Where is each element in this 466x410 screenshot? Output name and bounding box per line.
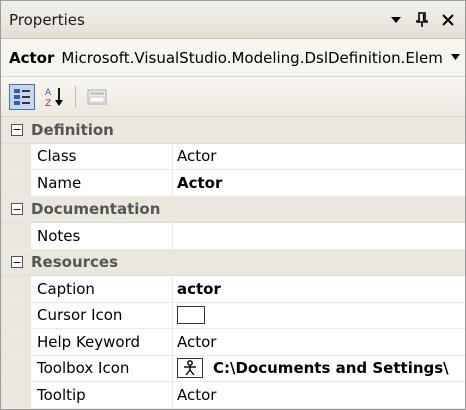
category-documentation[interactable]: − Documentation [1, 196, 465, 223]
row-gutter [1, 382, 31, 408]
collapse-icon[interactable]: − [11, 203, 23, 216]
property-name: Class [31, 143, 173, 169]
property-value[interactable]: Actor [173, 329, 465, 355]
property-value[interactable]: Actor [173, 170, 465, 196]
property-row-class[interactable]: Class Actor [1, 143, 465, 170]
property-value[interactable] [173, 303, 465, 329]
categorized-button[interactable] [9, 83, 35, 110]
category-definition[interactable]: − Definition [1, 117, 465, 144]
cursor-icon-preview [177, 306, 205, 325]
row-gutter [1, 329, 31, 355]
pin-button[interactable] [411, 9, 433, 31]
row-gutter [1, 223, 31, 249]
category-label: Definition [31, 120, 114, 139]
actor-icon [177, 358, 203, 379]
property-row-name[interactable]: Name Actor [1, 170, 465, 197]
object-selector[interactable]: Actor Microsoft.VisualStudio.Modeling.Ds… [1, 39, 465, 77]
property-value[interactable]: Actor [173, 382, 465, 408]
property-pages-button[interactable] [84, 84, 110, 110]
close-icon [442, 13, 454, 26]
collapse-icon[interactable]: − [11, 123, 23, 136]
property-name: Name [31, 170, 173, 196]
window-title: Properties [9, 10, 85, 29]
toolbar-separator [75, 85, 76, 108]
row-gutter [1, 355, 31, 381]
property-row-toolbox-icon[interactable]: Toolbox Icon C:\Documents and Settings\ [1, 355, 465, 382]
alphabetical-button[interactable]: A Z [41, 84, 67, 110]
property-row-notes[interactable]: Notes [1, 223, 465, 250]
property-grid: − Definition Class Actor Name Actor − Do… [1, 117, 465, 409]
property-name: Cursor Icon [31, 302, 173, 328]
property-row-caption[interactable]: Caption actor [1, 276, 465, 303]
property-name: Notes [31, 223, 173, 249]
category-label: Resources [31, 253, 119, 272]
close-button[interactable] [437, 9, 459, 31]
property-row-tooltip[interactable]: Tooltip Actor [1, 382, 465, 409]
toolbox-icon-path: C:\Documents and Settings\ [213, 359, 449, 378]
category-label: Documentation [31, 200, 161, 219]
property-name: Help Keyword [31, 329, 173, 355]
property-name: Tooltip [31, 382, 173, 408]
property-row-cursor-icon[interactable]: Cursor Icon [1, 302, 465, 329]
row-gutter [1, 276, 31, 302]
row-gutter [1, 302, 31, 328]
category-resources[interactable]: − Resources [1, 249, 465, 276]
property-name: Toolbox Icon [31, 355, 173, 381]
row-gutter [1, 170, 31, 196]
selected-object-name: Actor [9, 48, 55, 67]
collapse-icon[interactable]: − [11, 256, 23, 269]
property-row-help-keyword[interactable]: Help Keyword Actor [1, 329, 465, 356]
property-pages-icon [87, 89, 107, 104]
row-gutter [1, 143, 31, 169]
svg-text:Z: Z [45, 99, 51, 108]
property-value[interactable] [173, 223, 465, 249]
property-name: Caption [31, 276, 173, 302]
title-bar: Properties [1, 1, 465, 39]
selected-object-type: Microsoft.VisualStudio.Modeling.DslDefin… [61, 48, 443, 67]
property-value[interactable]: actor [173, 276, 465, 302]
selector-dropdown-icon[interactable] [449, 52, 461, 63]
window-dropdown-button[interactable] [385, 9, 407, 31]
pin-icon [416, 11, 428, 27]
properties-window: Properties Actor Microsoft.VisualStudio.… [0, 0, 466, 410]
categorized-icon [14, 88, 30, 105]
property-value[interactable]: Actor [173, 144, 465, 170]
dropdown-arrow-icon [391, 16, 401, 23]
svg-text:A: A [45, 88, 52, 98]
properties-toolbar: A Z [1, 77, 465, 117]
property-value[interactable]: C:\Documents and Settings\ [173, 356, 465, 382]
alphabetical-icon: A Z [45, 87, 63, 108]
